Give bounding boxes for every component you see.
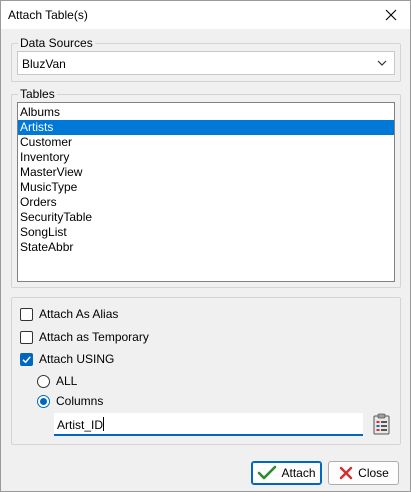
table-list-item[interactable]: Albums	[18, 105, 394, 120]
attach-as-alias-row[interactable]: Attach As Alias	[20, 307, 118, 321]
attach-as-temporary-checkbox[interactable]	[20, 330, 33, 344]
attach-using-label: Attach USING	[39, 352, 115, 366]
checkmark-icon	[258, 465, 277, 480]
radio-all-row[interactable]: ALL	[37, 374, 77, 388]
columns-input[interactable]: Artist_ID	[54, 413, 363, 436]
data-source-select[interactable]: BluzVan	[17, 51, 395, 75]
title-bar: Attach Table(s)	[1, 1, 410, 29]
red-x-icon	[339, 466, 353, 480]
close-window-icon[interactable]	[378, 3, 404, 27]
table-list-item[interactable]: SecurityTable	[18, 210, 394, 225]
attach-as-alias-checkbox[interactable]	[20, 307, 33, 321]
table-list-item[interactable]: MasterView	[18, 165, 394, 180]
attach-tables-dialog: Attach Table(s) Data Sources BluzVan Tab…	[0, 0, 411, 492]
chevron-down-icon[interactable]	[376, 57, 388, 69]
window-title: Attach Table(s)	[8, 8, 88, 22]
data-sources-label: Data Sources	[18, 36, 95, 50]
attach-button[interactable]: Attach	[251, 461, 322, 485]
close-button[interactable]: Close	[328, 461, 399, 485]
tables-label: Tables	[18, 87, 57, 101]
table-list-item[interactable]: Customer	[18, 135, 394, 150]
columns-input-value: Artist_ID	[57, 418, 104, 432]
radio-all-label: ALL	[56, 374, 78, 388]
tables-listbox[interactable]: Albums Artists Customer Inventory MasterView…	[17, 102, 395, 282]
column-picker-button[interactable]	[372, 413, 392, 435]
radio-columns-label: Columns	[56, 394, 104, 408]
table-list-item[interactable]: Artists	[18, 120, 394, 135]
table-list-item[interactable]: StateAbbr	[18, 240, 394, 255]
attach-as-temporary-label: Attach as Temporary	[39, 330, 149, 344]
attach-as-alias-label: Attach As Alias	[39, 307, 119, 321]
data-source-value: BluzVan	[22, 57, 66, 71]
attach-as-temporary-row[interactable]: Attach as Temporary	[20, 330, 149, 344]
table-list-item[interactable]: MusicType	[18, 180, 394, 195]
close-button-label: Close	[358, 466, 389, 480]
attach-using-checkbox[interactable]	[20, 352, 33, 366]
attach-button-label: Attach	[281, 466, 316, 480]
radio-columns-row[interactable]: Columns	[37, 394, 103, 408]
table-list-item[interactable]: SongList	[18, 225, 394, 240]
radio-columns[interactable]	[37, 394, 50, 408]
text-caret	[103, 417, 104, 431]
clipboard-list-icon	[373, 413, 390, 435]
table-list-item[interactable]: Orders	[18, 195, 394, 210]
table-list-item[interactable]: Inventory	[18, 150, 394, 165]
attach-using-row[interactable]: Attach USING	[20, 352, 114, 366]
radio-all[interactable]	[37, 374, 50, 388]
